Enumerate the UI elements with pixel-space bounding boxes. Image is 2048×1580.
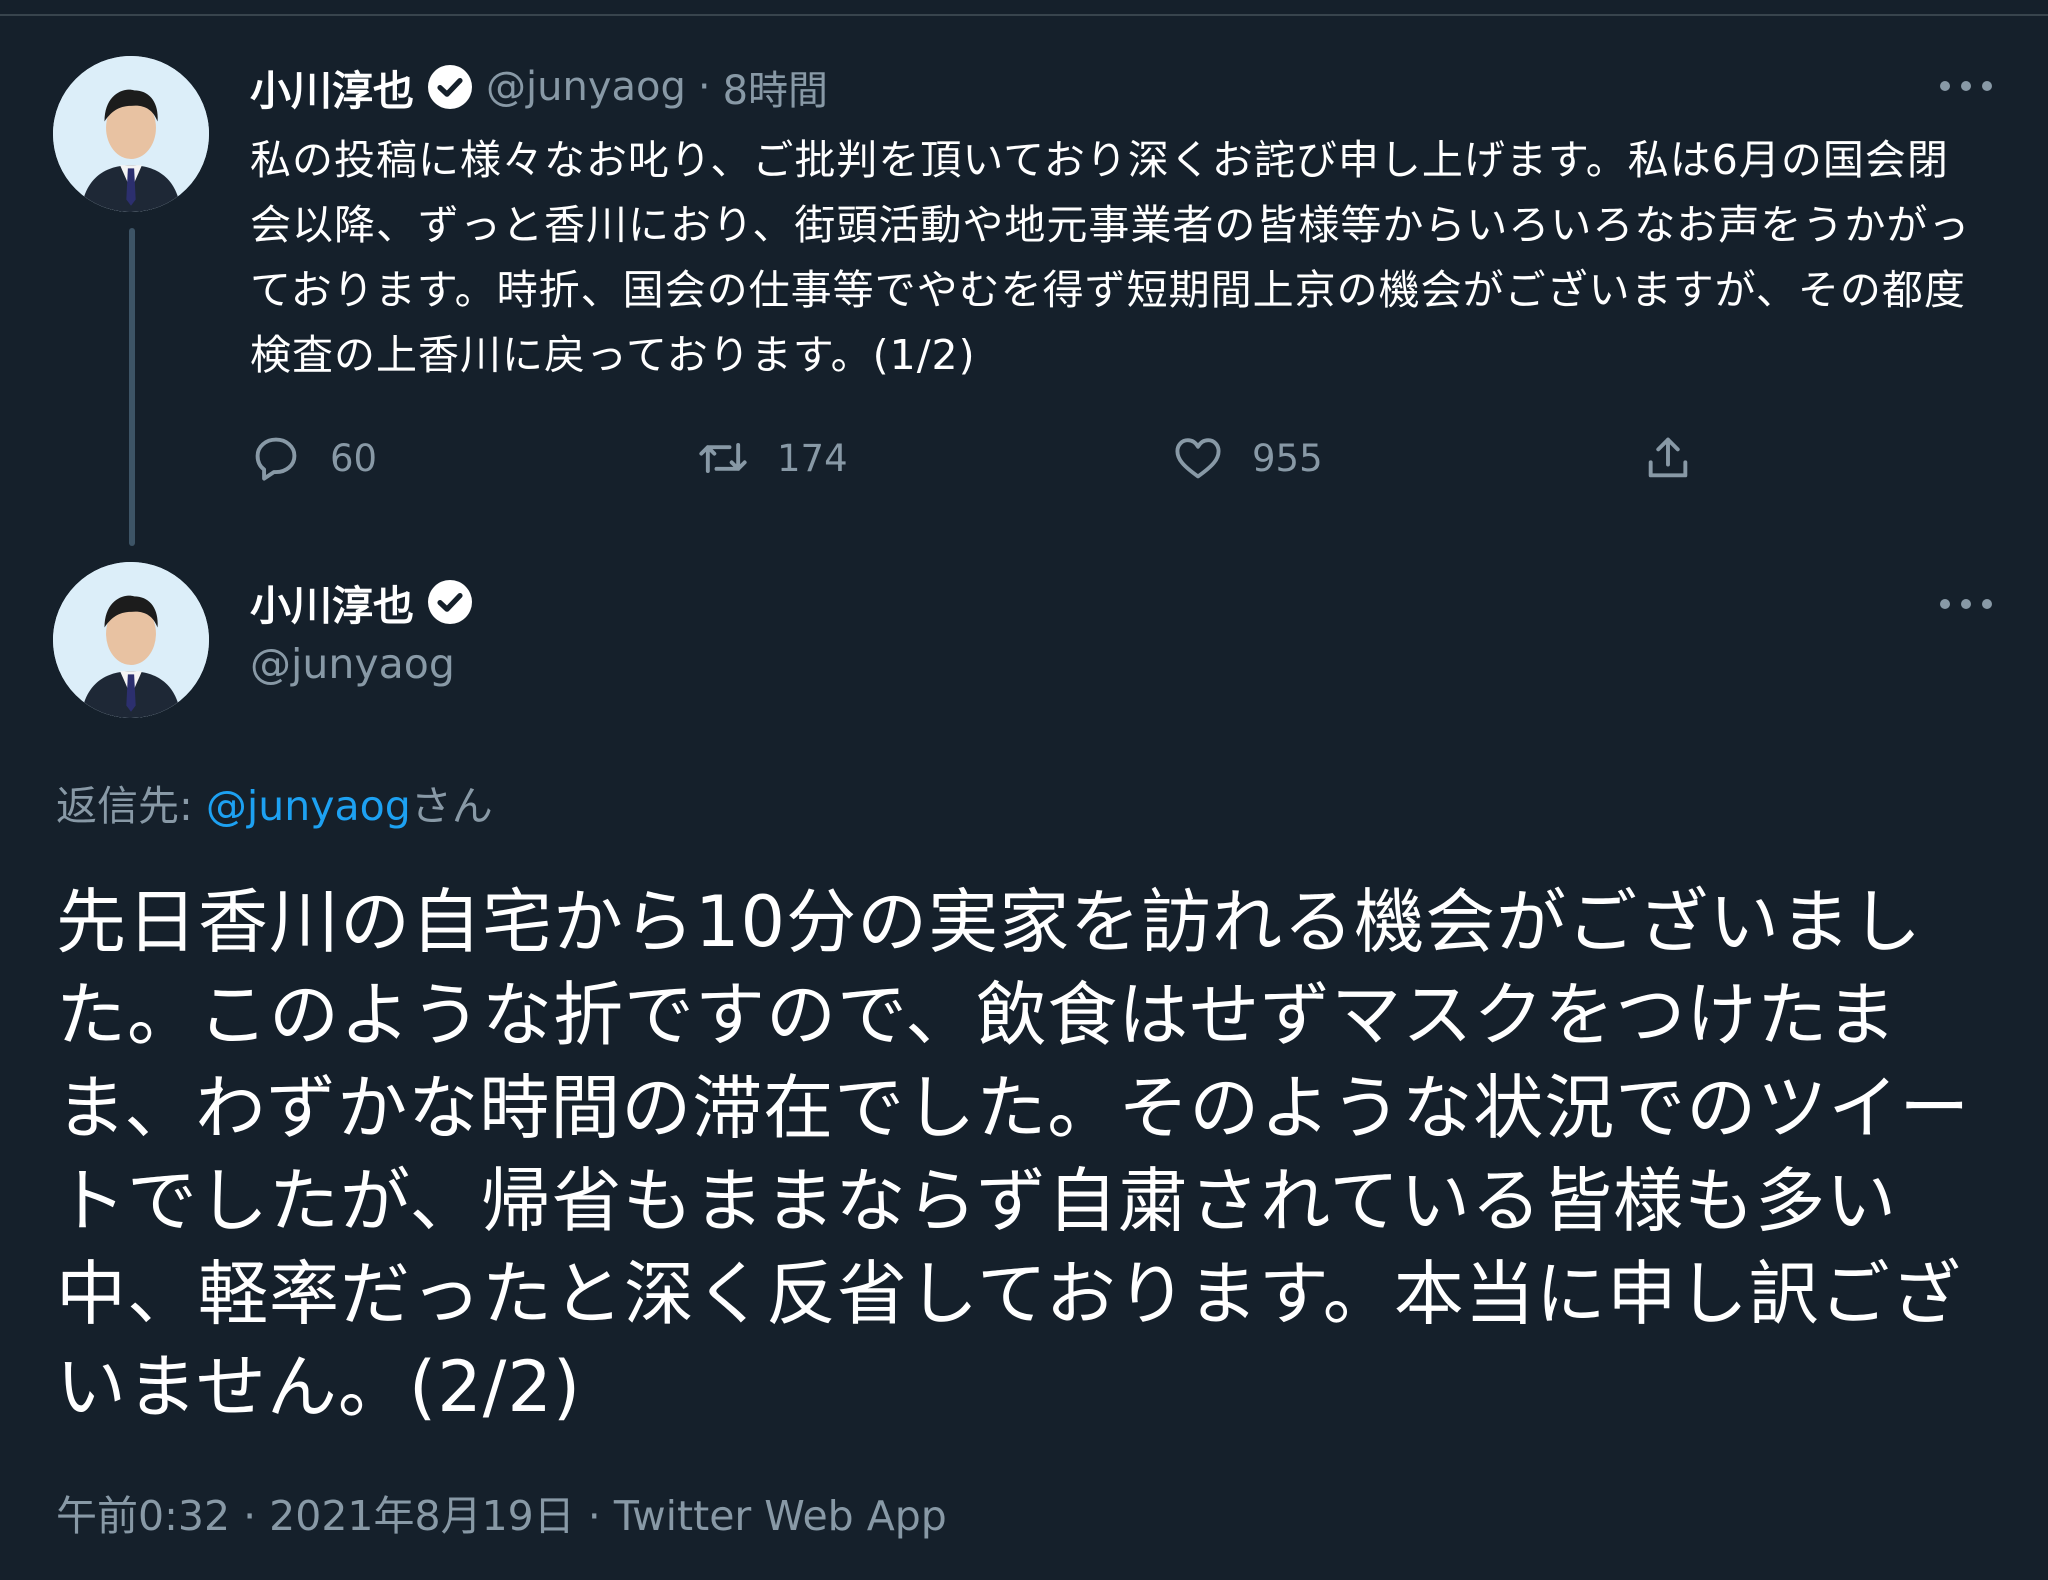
tweet-timestamp[interactable]: 午前0:32 · 2021年8月19日 · Twitter Web App [56,1482,947,1542]
tweet1-text: 私の投稿に様々なお叱り、ご批判を頂いており深くお詫び申し上げます。私は6月の国会… [250,136,1971,379]
more-dots-icon[interactable] [1940,78,1992,94]
like-count: 955 [1252,436,1323,480]
verified-badge-icon [426,578,474,626]
like-button[interactable]: 955 [1172,422,1323,494]
author-name[interactable]: 小川淳也 [250,57,414,117]
heart-icon [1175,438,1221,479]
tweet2-header: 小川淳也 [250,572,474,632]
speech-bubble-icon [255,437,297,481]
tweet1-actions: 60 174 955 [250,422,1710,494]
share-upload-icon [1648,437,1688,478]
retweet-count: 174 [777,436,848,480]
retweet-arrows-icon [699,443,747,473]
avatar[interactable] [53,56,209,212]
retweet-button[interactable]: 174 [697,422,848,494]
share-button[interactable] [1642,422,1694,494]
reply-count: 60 [330,436,378,480]
separator-dot: · [697,64,711,110]
reply-label: 返信先: [56,782,206,830]
author-name[interactable]: 小川淳也 [250,572,414,632]
tweet-time[interactable]: 8時間 [723,58,828,116]
reply-context: 返信先: @junyaogさん [56,772,493,832]
avatar-portrait-icon [53,56,209,212]
author-handle[interactable]: @junyaog [250,640,455,688]
reply-suffix: さん [410,782,493,830]
more-dots-icon[interactable] [1940,596,1992,612]
tweet2-text: 先日香川の自宅から10分の実家を訪れる機会がございました。このような折ですので、… [56,881,1971,1428]
avatar[interactable] [53,562,209,718]
thread-connector-line [129,228,135,546]
tweet1-header: 小川淳也 @junyaog · 8時間 [250,58,828,116]
top-divider [0,14,2048,16]
reply-button[interactable]: 60 [250,422,377,494]
avatar-portrait-icon [53,562,209,718]
verified-badge-icon [426,63,474,111]
reply-handle-link[interactable]: @junyaog [206,782,411,830]
author-handle[interactable]: @junyaog [486,64,686,110]
